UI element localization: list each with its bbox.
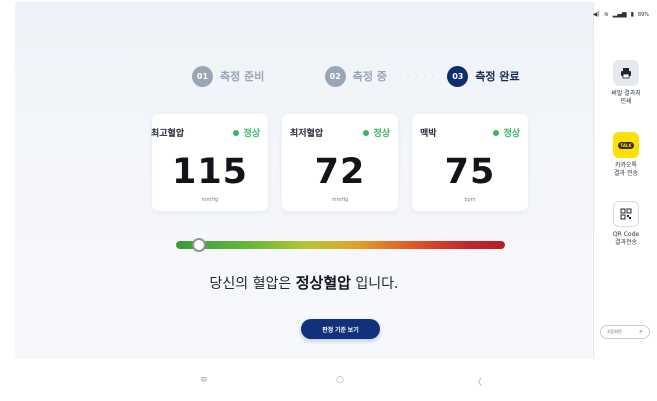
print-icon-box [613, 60, 639, 86]
step-2-label: 측정 중 [352, 70, 387, 83]
step-1: 01 측정 준비 [192, 65, 265, 87]
diastolic-title: 최저혈압 [290, 129, 324, 139]
pulse-status: 정상 [493, 126, 520, 139]
step-separator: · · · · · [398, 71, 436, 81]
bottom-navigation: ≡ ○ 〈 [15, 359, 657, 401]
battery-icon: ▮ [630, 11, 634, 18]
status-dot-icon [233, 129, 240, 136]
bp-gauge [176, 238, 505, 252]
kakao-send-button[interactable]: TALK 카카오톡 결과 전송 [594, 132, 657, 178]
kakao-icon-box: TALK [613, 132, 639, 158]
menu-icon[interactable]: ≡ [200, 375, 208, 385]
qr-icon-box [613, 201, 639, 227]
systolic-status-label: 정상 [243, 129, 260, 139]
diastolic-value: 72 [314, 152, 366, 192]
wifi-icon: ≋ [603, 11, 609, 18]
status-dot-icon [363, 129, 370, 136]
step-1-number: 01 [192, 65, 213, 87]
qr-code-icon [620, 208, 632, 220]
systolic-title: 최고혈압 [151, 129, 185, 139]
step-3-label: 측정 완료 [475, 70, 520, 83]
systolic-status: 정상 [233, 126, 260, 139]
home-circle-icon[interactable]: ○ [336, 375, 344, 385]
kakao-label: 카카오톡 결과 전송 [614, 162, 638, 177]
systolic-unit: mmHg [201, 197, 219, 203]
step-1-label: 측정 준비 [220, 70, 265, 83]
pulse-unit: bpm [464, 197, 476, 203]
close-icon[interactable]: × [639, 329, 643, 335]
back-icon[interactable]: 〈 [473, 375, 482, 388]
result-message: 당신의 혈압은 정상혈압 입니다. [15, 272, 593, 293]
diastolic-unit: mmHg [331, 197, 349, 203]
home-pill-label: 처음화면 [607, 329, 622, 334]
diastolic-status-label: 정상 [373, 129, 390, 139]
pulse-value: 75 [444, 152, 496, 192]
pulse-status-label: 정상 [503, 129, 520, 139]
systolic-value: 115 [171, 152, 249, 192]
print-result-button[interactable]: 써멀 결과지 인쇄 [594, 60, 657, 106]
diastolic-card: 최저혈압 정상 72 mmHg [282, 114, 398, 211]
signal-icon: ▂▄▆ [612, 11, 627, 18]
main-panel: 01 측정 준비 · · · · · 02 측정 중 · · · · · 03 … [15, 2, 593, 359]
step-3-number: 03 [447, 65, 469, 87]
view-criteria-button[interactable]: 판정 기준 보기 [301, 319, 380, 339]
result-suffix: 입니다. [350, 276, 399, 292]
step-separator: · · · · · [276, 71, 313, 81]
diastolic-status: 정상 [363, 126, 390, 139]
pulse-title: 맥박 [420, 129, 437, 139]
battery-level: 89% [637, 12, 649, 18]
home-pill-button[interactable]: 처음화면 × [600, 325, 650, 339]
pulse-card: 맥박 정상 75 bpm [412, 114, 528, 211]
qr-send-button[interactable]: QR Code 결과전송 [594, 201, 657, 247]
result-prefix: 당신의 혈압은 [209, 276, 296, 292]
sidebar: ◀) ≋ ▂▄▆ ▮ 89% 써멀 결과지 인쇄 TALK 카카오톡 결과 전송 [593, 2, 657, 359]
volume-icon: ◀) [592, 11, 600, 18]
step-2-number: 02 [324, 65, 346, 87]
systolic-card: 최고혈압 정상 115 mmHg [151, 114, 268, 211]
step-3: 03 측정 완료 [447, 65, 520, 87]
kakao-talk-icon: TALK [618, 141, 634, 149]
printer-icon [621, 68, 631, 79]
step-2: 02 측정 중 [324, 65, 387, 87]
print-label: 써멀 결과지 인쇄 [611, 90, 641, 105]
result-highlight: 정상혈압 [295, 274, 351, 292]
qr-label: QR Code 결과전송 [612, 231, 640, 246]
status-bar: ◀) ≋ ▂▄▆ ▮ 89% [592, 11, 649, 19]
status-dot-icon [493, 129, 500, 136]
progress-steps: 01 측정 준비 · · · · · 02 측정 중 · · · · · 03 … [192, 65, 520, 87]
